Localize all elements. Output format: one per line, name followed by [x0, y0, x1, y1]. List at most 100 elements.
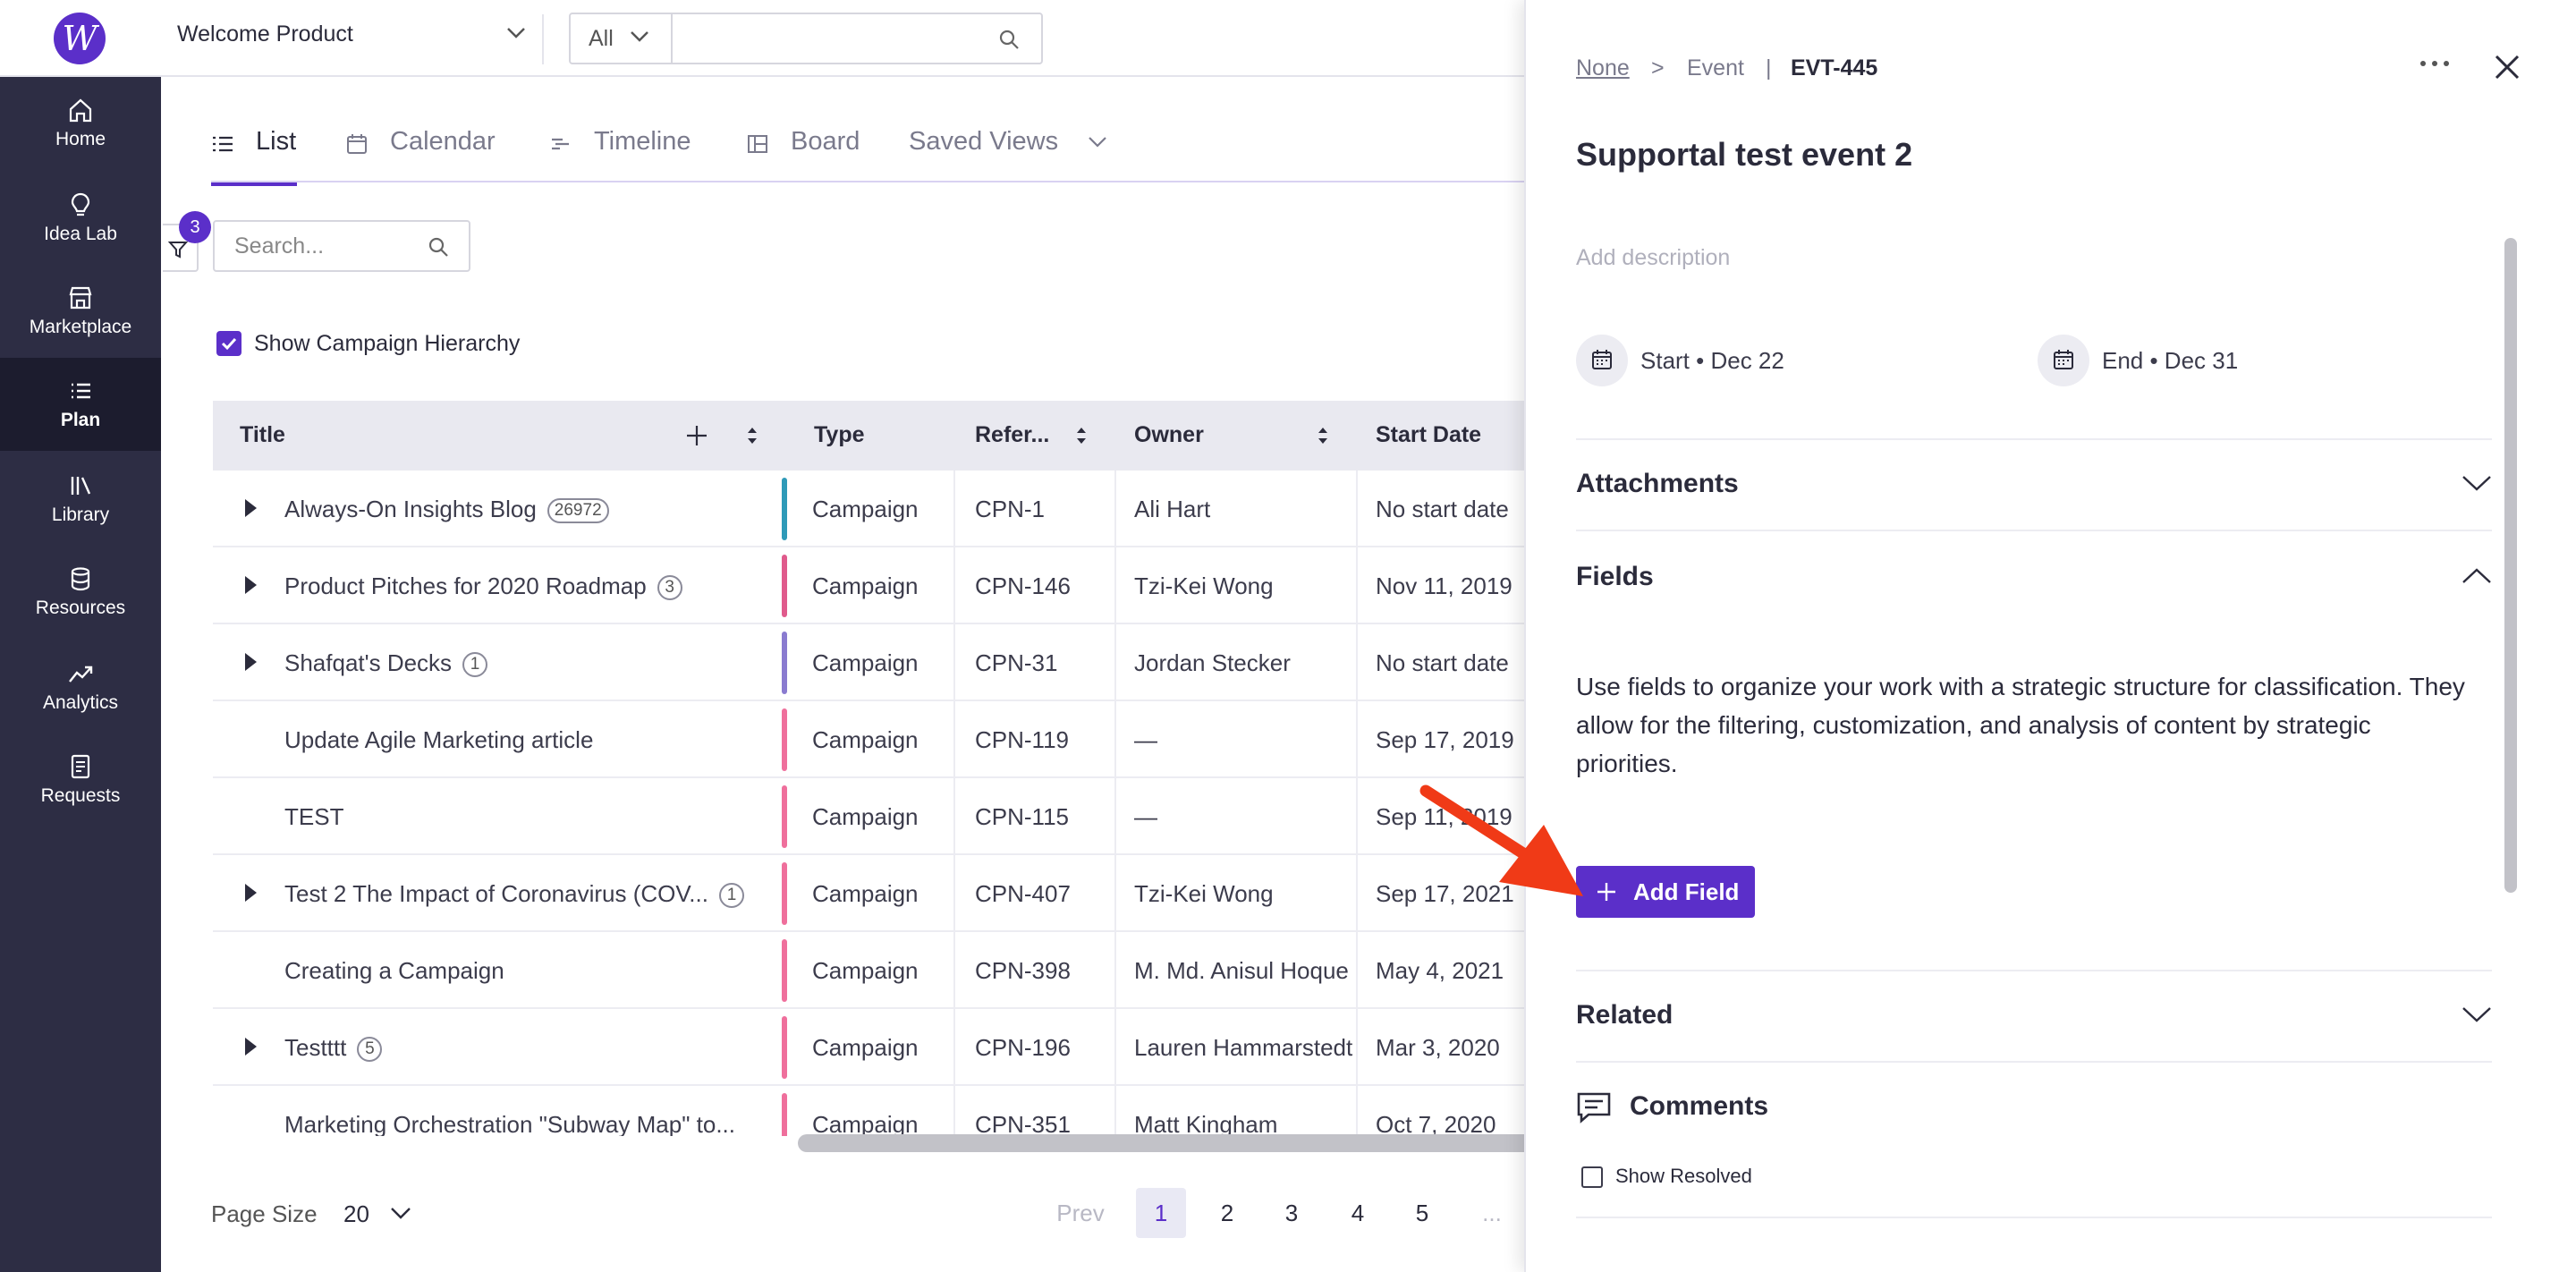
chevron-up-icon[interactable] [2462, 567, 2492, 585]
show-hierarchy-checkbox[interactable] [216, 331, 242, 356]
table-row[interactable]: TEST Campaign CPN-115 — Sep 11, 2019 [213, 778, 1538, 855]
expand-caret-icon[interactable] [245, 884, 257, 902]
sidebar-item-home[interactable]: Home [0, 77, 161, 170]
tab-saved-views[interactable]: Saved Views [909, 122, 1114, 182]
row-title[interactable]: Testttt 5 [284, 1034, 767, 1062]
row-type: Campaign [812, 1034, 919, 1061]
global-search-input[interactable] [671, 13, 1043, 64]
horizontal-scrollbar[interactable] [798, 1134, 1540, 1152]
row-title[interactable]: Marketing Orchestration "Subway Map" to.… [284, 1111, 767, 1136]
calendar-icon [2054, 350, 2073, 369]
column-header-type[interactable]: Type [814, 422, 865, 448]
workspace-selector[interactable]: Welcome Product [177, 21, 353, 47]
sidebar-item-resources[interactable]: Resources [0, 546, 161, 639]
column-header-title[interactable]: Title [240, 422, 285, 448]
table-row[interactable]: Shafqat's Decks 1 Campaign CPN-31 Jordan … [213, 624, 1538, 701]
fields-section-header[interactable]: Fields [1576, 562, 1654, 592]
show-hierarchy-label: Show Campaign Hierarchy [254, 331, 521, 356]
vertical-scrollbar[interactable] [2504, 238, 2517, 893]
row-reference: CPN-146 [975, 572, 1071, 599]
expand-caret-icon[interactable] [245, 1038, 257, 1056]
sidebar-item-marketplace[interactable]: Marketplace [0, 265, 161, 358]
tab-list[interactable]: List [211, 122, 297, 186]
page-button-2[interactable]: 2 [1202, 1188, 1252, 1238]
show-resolved-label: Show Resolved [1615, 1165, 1752, 1187]
row-title[interactable]: Update Agile Marketing article [284, 726, 767, 754]
event-title[interactable]: Supportal test event 2 [1576, 136, 1912, 174]
tab-timeline[interactable]: Timeline [549, 122, 710, 182]
add-field-button[interactable]: Add Field [1576, 866, 1755, 918]
page-button-4[interactable]: 4 [1333, 1188, 1383, 1238]
row-reference: CPN-398 [975, 957, 1071, 984]
sidebar-item-library[interactable]: Library [0, 453, 161, 546]
child-count-badge: 26972 [547, 498, 609, 523]
row-title[interactable]: Shafqat's Decks 1 [284, 649, 767, 677]
trend-icon [69, 666, 93, 683]
sidebar-item-idea-lab[interactable]: Idea Lab [0, 172, 161, 265]
tab-board[interactable]: Board [746, 122, 871, 182]
page-button-1[interactable]: 1 [1136, 1188, 1186, 1238]
row-title[interactable]: Product Pitches for 2020 Roadmap 3 [284, 572, 767, 600]
related-section-header[interactable]: Related [1576, 1000, 1673, 1030]
sidebar-item-requests[interactable]: Requests [0, 734, 161, 827]
calendar-icon-wrap [2038, 335, 2089, 386]
table-row[interactable]: Update Agile Marketing article Campaign … [213, 701, 1538, 778]
row-start-date: No start date [1376, 649, 1509, 676]
more-options-icon[interactable] [2419, 59, 2451, 68]
sort-icon[interactable] [746, 424, 758, 447]
page-size-dropdown[interactable]: 20 [343, 1200, 411, 1228]
page-button-3[interactable]: 3 [1267, 1188, 1317, 1238]
expand-caret-icon[interactable] [245, 576, 257, 594]
sidebar-item-analytics[interactable]: Analytics [0, 640, 161, 734]
table-row[interactable]: Product Pitches for 2020 Roadmap 3 Campai… [213, 547, 1538, 624]
end-date-chip[interactable]: End • Dec 31 [2038, 335, 2306, 386]
row-owner: Tzi-Kei Wong [1134, 880, 1274, 907]
sort-icon[interactable] [1075, 424, 1088, 447]
page-button-5[interactable]: 5 [1397, 1188, 1447, 1238]
row-title[interactable]: Always-On Insights Blog 26972 [284, 496, 767, 523]
row-title[interactable]: TEST [284, 803, 767, 831]
show-resolved-checkbox[interactable] [1581, 1166, 1603, 1188]
row-start-date: Mar 3, 2020 [1376, 1034, 1500, 1061]
chevron-down-icon[interactable] [506, 27, 526, 39]
breadcrumb-parent-link[interactable]: None [1576, 55, 1630, 81]
list-search-input[interactable]: Search... [213, 220, 470, 272]
row-type: Campaign [812, 726, 919, 753]
row-reference: CPN-115 [975, 803, 1070, 830]
table-row[interactable]: Test 2 The Impact of Coronavirus (COV...… [213, 855, 1538, 932]
column-header-start-date[interactable]: Start Date [1376, 422, 1481, 448]
app-logo[interactable]: W [54, 13, 106, 64]
chevron-down-icon[interactable] [2462, 474, 2492, 492]
plus-icon[interactable] [685, 424, 708, 447]
start-date-chip[interactable]: Start • Dec 22 [1576, 335, 1844, 386]
row-title[interactable]: Test 2 The Impact of Coronavirus (COV...… [284, 880, 767, 908]
expand-caret-icon[interactable] [245, 653, 257, 671]
chevron-down-icon [391, 1208, 411, 1219]
table-row[interactable]: Marketing Orchestration "Subway Map" to.… [213, 1086, 1538, 1136]
fields-description: Use fields to organize your work with a … [1576, 673, 2465, 777]
prev-page-button[interactable]: Prev [1045, 1188, 1116, 1238]
column-header-owner[interactable]: Owner [1134, 422, 1204, 448]
expand-caret-icon[interactable] [245, 499, 257, 517]
check-icon [221, 337, 237, 351]
row-title[interactable]: Creating a Campaign [284, 957, 767, 985]
chevron-down-icon[interactable] [2462, 1005, 2492, 1023]
table-row[interactable]: Always-On Insights Blog 26972 Campaign CP… [213, 471, 1538, 547]
description-placeholder[interactable]: Add description [1576, 245, 1730, 271]
divider [542, 14, 544, 64]
table-row[interactable]: Creating a Campaign Campaign CPN-398 M. … [213, 932, 1538, 1009]
divider [1576, 1061, 2492, 1063]
tab-calendar[interactable]: Calendar [345, 122, 506, 182]
row-color-bar [782, 1093, 787, 1136]
row-color-bar [782, 632, 787, 694]
sidebar-item-plan[interactable]: Plan [0, 358, 161, 451]
column-header-reference[interactable]: Refer... [975, 422, 1049, 448]
sort-icon[interactable] [1317, 424, 1329, 447]
panel-content: Add description Start • Dec 22 End • Dec… [1576, 234, 2492, 1272]
search-scope-dropdown[interactable]: All [569, 13, 673, 64]
table-row[interactable]: Testttt 5 Campaign CPN-196 Lauren Hammars… [213, 1009, 1538, 1086]
row-reference: CPN-196 [975, 1034, 1071, 1061]
close-icon[interactable] [2494, 54, 2521, 81]
divider [1576, 970, 2492, 971]
attachments-section-header[interactable]: Attachments [1576, 469, 1739, 499]
